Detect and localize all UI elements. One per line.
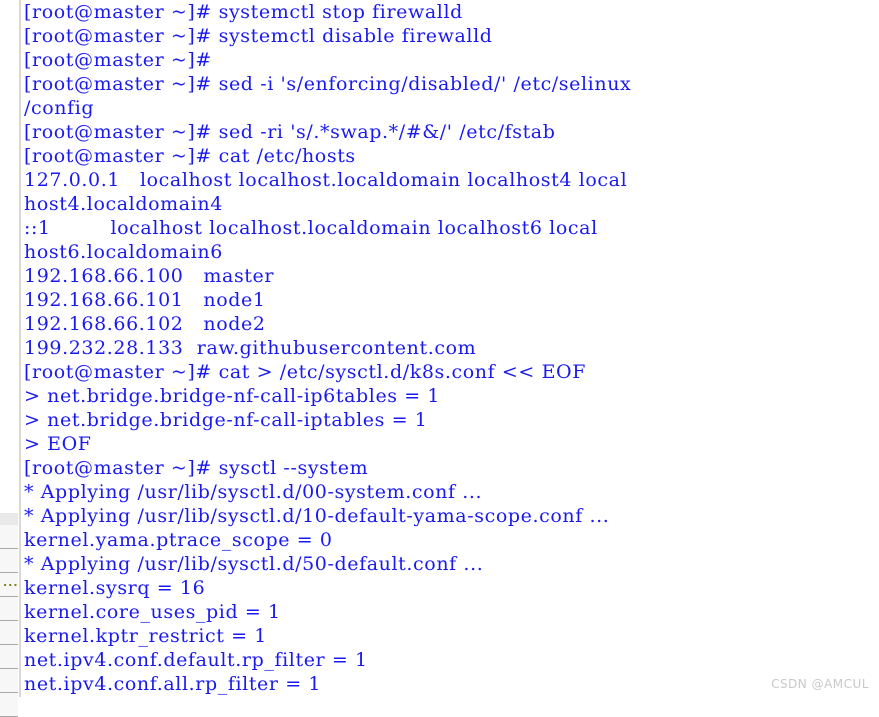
terminal-line: * Applying /usr/lib/sysctl.d/10-default-… <box>24 505 610 527</box>
terminal-line: [root@master ~]# systemctl stop firewall… <box>24 1 463 23</box>
gutter-row[interactable] <box>0 525 18 549</box>
terminal-line: kernel.sysrq = 16 <box>24 577 206 599</box>
terminal-line: [root@master ~]# sed -i 's/enforcing/dis… <box>24 73 632 95</box>
gutter-row-list: ··· <box>0 513 18 717</box>
gutter-ellipsis-icon[interactable]: ··· <box>3 579 19 590</box>
terminal-line: net.ipv4.conf.all.rp_filter = 1 <box>24 673 322 695</box>
gutter-divider <box>19 0 21 697</box>
gutter-row[interactable]: ··· <box>0 573 18 597</box>
terminal-line: > EOF <box>24 433 92 455</box>
gutter-row[interactable] <box>0 669 18 693</box>
terminal-line: 127.0.0.1 localhost localhost.localdomai… <box>24 169 628 191</box>
terminal-line: * Applying /usr/lib/sysctl.d/50-default.… <box>24 553 484 575</box>
terminal-line: host4.localdomain4 <box>24 193 223 215</box>
terminal-line: ::1 localhost localhost.localdomain loca… <box>24 217 598 239</box>
terminal-line: net.ipv4.conf.default.rp_filter = 1 <box>24 649 368 671</box>
terminal-line: 192.168.66.102 node2 <box>24 313 266 335</box>
terminal-line: [root@master ~]# cat > /etc/sysctl.d/k8s… <box>24 361 587 383</box>
terminal-line: [root@master ~]# sysctl --system <box>24 457 369 479</box>
gutter-row[interactable] <box>0 621 18 645</box>
terminal-line: kernel.yama.ptrace_scope = 0 <box>24 529 333 551</box>
terminal-line: kernel.core_uses_pid = 1 <box>24 601 281 623</box>
terminal-line: 192.168.66.100 master <box>24 265 275 287</box>
terminal-line: [root@master ~]# sed -ri 's/.*swap.*/#&/… <box>24 121 556 143</box>
terminal-line: > net.bridge.bridge-nf-call-ip6tables = … <box>24 385 441 407</box>
terminal-line: [root@master ~]# systemctl disable firew… <box>24 25 493 47</box>
terminal-line: 199.232.28.133 raw.githubusercontent.com <box>24 337 477 359</box>
terminal-line: host6.localdomain6 <box>24 241 223 263</box>
editor-gutter: ··· <box>0 0 18 717</box>
terminal-line: > net.bridge.bridge-nf-call-iptables = 1 <box>24 409 428 431</box>
terminal-line: /config <box>24 97 95 119</box>
gutter-row[interactable] <box>0 645 18 669</box>
gutter-row[interactable] <box>0 513 18 525</box>
terminal-line: [root@master ~]# <box>24 49 212 71</box>
terminal-line: * Applying /usr/lib/sysctl.d/00-system.c… <box>24 481 483 503</box>
gutter-row[interactable] <box>0 549 18 573</box>
terminal-output[interactable]: [root@master ~]# systemctl stop firewall… <box>24 0 879 697</box>
terminal-line: [root@master ~]# cat /etc/hosts <box>24 145 356 167</box>
terminal-line: 192.168.66.101 node1 <box>24 289 266 311</box>
gutter-row[interactable] <box>0 597 18 621</box>
watermark-label: CSDN @AMCUL <box>771 677 869 691</box>
terminal-line: kernel.kptr_restrict = 1 <box>24 625 267 647</box>
